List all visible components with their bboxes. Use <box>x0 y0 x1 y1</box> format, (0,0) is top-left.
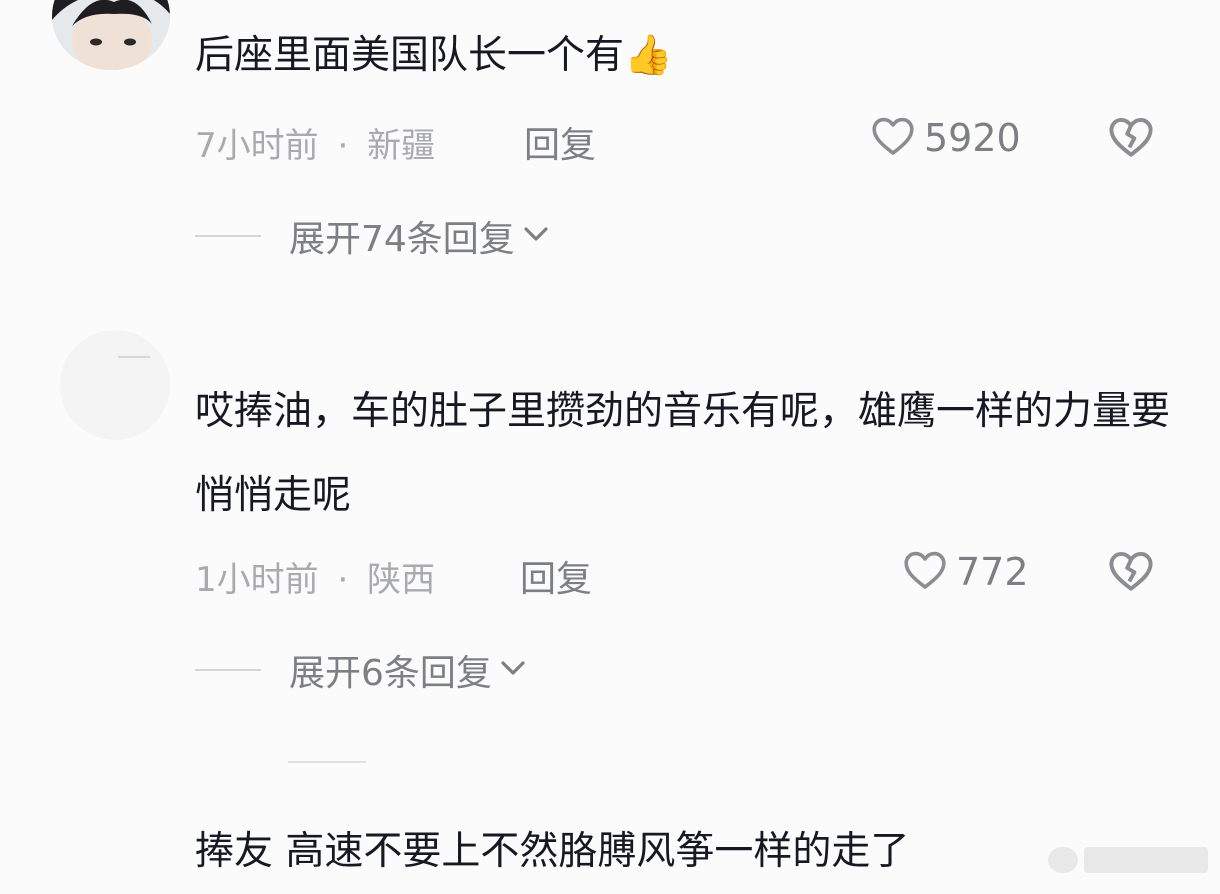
comment-text: 捧友 高速不要上不然胳膊风筝一样的走了 <box>195 829 910 874</box>
expand-replies-button[interactable]: 展开74条回复 <box>195 210 551 262</box>
broken-heart-icon[interactable] <box>1104 546 1158 600</box>
like-button[interactable]: 5920 <box>868 112 1021 164</box>
comment-time: 1小时前 <box>195 560 319 600</box>
heart-outline-icon <box>868 112 918 164</box>
watermark <box>1048 838 1216 882</box>
expand-replies-label: 展开74条回复 <box>289 219 515 260</box>
comment-text: 后座里面美国队长一个有👍 <box>195 33 673 78</box>
like-count: 5920 <box>924 116 1021 160</box>
heart-outline-icon <box>900 546 950 598</box>
comment-meta: 7小时前 · 新疆 <box>195 118 435 167</box>
reply-button[interactable]: 回复 <box>520 550 592 602</box>
reply-button[interactable]: 回复 <box>524 116 596 168</box>
expand-divider <box>195 669 261 671</box>
comment-time: 7小时前 <box>195 126 319 166</box>
meta-separator: · <box>337 560 349 600</box>
like-button[interactable]: 772 <box>900 546 1029 598</box>
comment-meta: 1小时前 · 陕西 <box>195 552 435 601</box>
expand-divider <box>195 235 261 237</box>
expand-replies-button[interactable]: 展开6条回复 <box>195 644 528 696</box>
avatar[interactable] <box>52 0 170 70</box>
expand-replies-label: 展开6条回复 <box>289 653 492 694</box>
chevron-down-icon <box>521 222 551 250</box>
section-divider <box>288 761 366 763</box>
broken-heart-icon[interactable] <box>1104 112 1158 166</box>
watermark-logo <box>1048 847 1078 873</box>
like-count: 772 <box>956 550 1029 594</box>
comment-location: 新疆 <box>367 126 436 166</box>
watermark-text <box>1084 847 1208 873</box>
comment-text: 哎捧油，车的肚子里攒劲的音乐有呢，雄鹰一样的力量要悄悄走呢 <box>195 389 1171 518</box>
chevron-down-icon <box>498 656 528 684</box>
comment-location: 陕西 <box>367 560 436 600</box>
meta-separator: · <box>337 126 349 166</box>
avatar-mark <box>118 356 150 358</box>
avatar[interactable] <box>60 330 170 440</box>
